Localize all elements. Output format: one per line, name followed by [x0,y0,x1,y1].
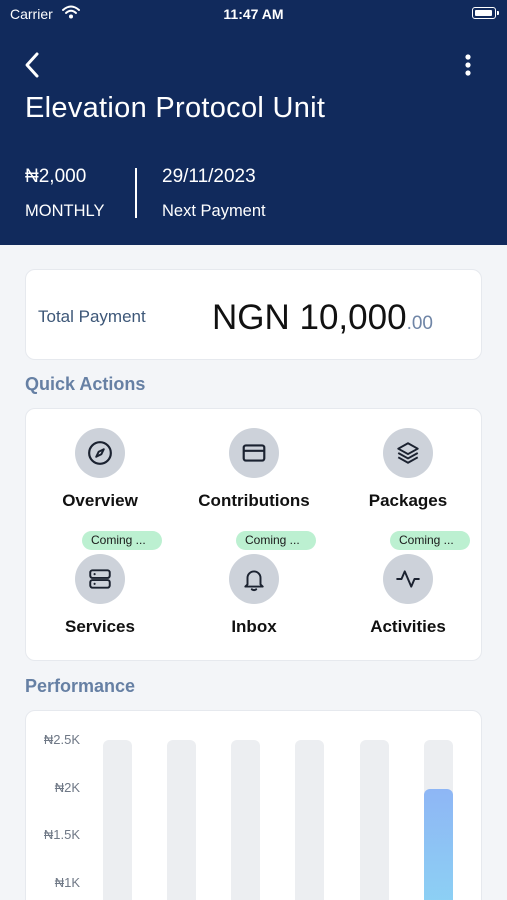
total-payment-label: Total Payment [38,307,146,326]
total-amount-value: NGN 10,000 [212,298,407,337]
inbox-action[interactable]: Inbox [179,554,329,644]
quick-actions-title: Quick Actions [25,374,146,394]
services-label: Services [65,617,135,636]
overview-action[interactable]: Overview [25,428,175,518]
total-payment-amount: NGN 10,000.00 [212,298,433,338]
bell-icon [229,554,279,604]
plan-amount: ₦2,000 [25,166,87,187]
bar-track [103,740,132,900]
bar-track [231,740,260,900]
bar[interactable] [424,788,453,900]
performance-title: Performance [25,676,136,696]
plan-frequency: MONTHLY [25,202,105,220]
compass-icon [75,428,125,478]
bar-track [167,740,196,900]
bar-track [360,740,389,900]
server-icon [75,554,125,604]
next-payment-date: 29/11/2023 [162,166,256,187]
packages-label: Packages [368,491,448,510]
header: Carrier 11:47 AM Elevation Protocol Unit… [0,0,507,245]
coming-soon-badge: Coming ... [390,531,470,550]
back-button[interactable] [20,50,48,80]
next-payment-stat: 29/11/2023 Next Payment [162,166,266,221]
performance-chart-card: ₦2.5K ₦2K ₦1.5K ₦1K [25,710,482,900]
overview-label: Overview [62,491,138,510]
y-tick-label: ₦2K [54,779,80,795]
chevron-left-icon [25,52,39,78]
total-amount-cents: .00 [406,313,433,334]
header-divider [135,168,137,218]
activity-icon [383,554,433,604]
layers-icon [383,428,433,478]
status-time: 11:47 AM [223,6,284,22]
contributions-label: Contributions [198,491,310,510]
packages-action[interactable]: Packages [333,428,483,518]
activities-action[interactable]: Activities [333,554,483,644]
page-title: Elevation Protocol Unit [25,92,326,124]
amount-stat: ₦2,000 MONTHLY [25,166,104,221]
next-payment-label: Next Payment [162,202,266,220]
inbox-label: Inbox [231,617,277,636]
battery-icon [472,7,499,19]
coming-soon-badge: Coming ... [82,531,162,550]
quick-actions-card: Overview Contributions Packages Coming .… [25,408,482,661]
card-icon [229,428,279,478]
activities-label: Activities [370,617,446,636]
y-tick-label: ₦2.5K [43,732,80,747]
y-tick-label: ₦1.5K [43,827,80,842]
contributions-action[interactable]: Contributions [179,428,329,518]
bar-track [295,740,324,900]
more-options-button[interactable] [456,50,480,80]
y-tick-label: ₦1K [54,874,80,890]
status-bar: Carrier 11:47 AM [0,0,507,28]
total-payment-card: Total Payment NGN 10,000.00 [25,269,482,360]
services-action[interactable]: Services [25,554,175,644]
more-vertical-icon [465,54,471,76]
coming-soon-badge: Coming ... [236,531,316,550]
